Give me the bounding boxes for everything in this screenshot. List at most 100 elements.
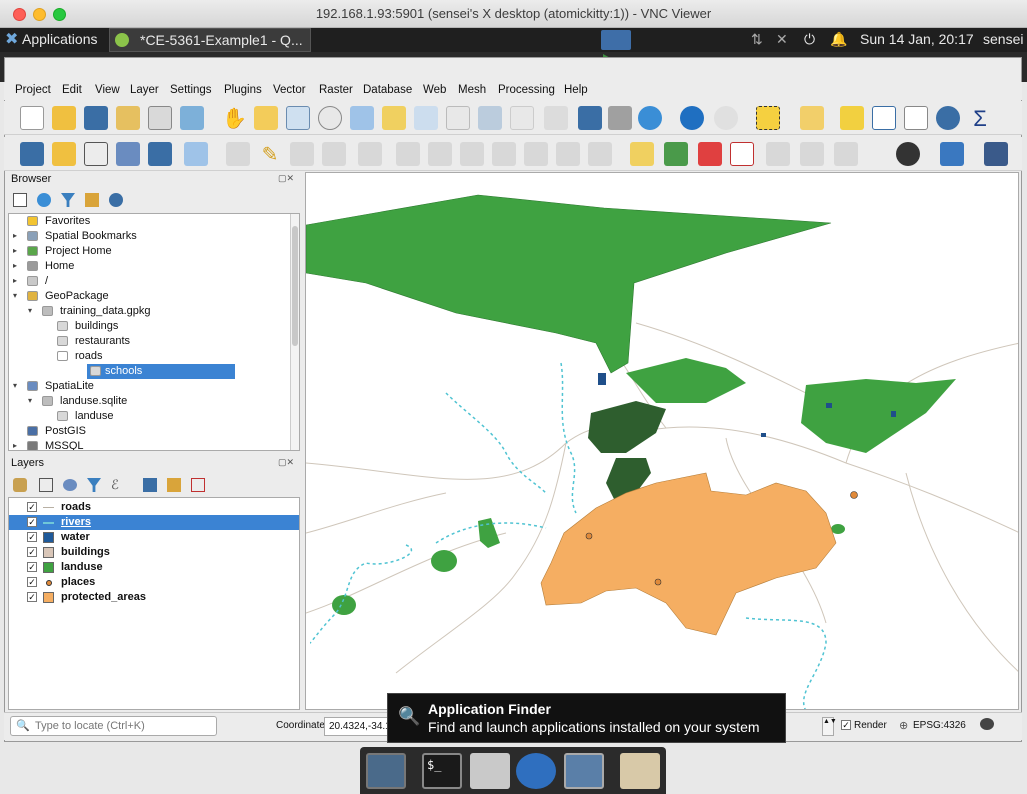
browser-item[interactable]: schools bbox=[87, 364, 235, 379]
applications-menu[interactable]: Applications bbox=[22, 31, 98, 47]
collapsed-arrow-icon[interactable]: ▸ bbox=[13, 441, 17, 450]
refresh-browser-icon[interactable] bbox=[37, 193, 51, 207]
layers-panel-float-close-icon[interactable]: ▢✕ bbox=[278, 457, 300, 467]
pan-map-icon[interactable]: ✋ bbox=[222, 106, 247, 130]
open-attribute-table-icon[interactable] bbox=[872, 106, 896, 130]
help-icon[interactable] bbox=[984, 142, 1008, 166]
modify-attributes-icon[interactable] bbox=[396, 142, 420, 166]
render-checkbox[interactable]: ✓ bbox=[841, 720, 851, 730]
menu-project[interactable]: Project bbox=[15, 84, 51, 96]
xfce-logo-icon[interactable]: ✖ bbox=[5, 29, 18, 49]
statistical-summary-icon[interactable] bbox=[904, 106, 928, 130]
new-shapefile-layer-icon[interactable] bbox=[84, 142, 108, 166]
browser-item[interactable]: Favorites bbox=[9, 214, 299, 229]
collapsed-arrow-icon[interactable]: ▸ bbox=[13, 261, 17, 270]
expanded-arrow-icon[interactable]: ▾ bbox=[28, 396, 32, 405]
browser-panel-float-close-icon[interactable]: ▢✕ bbox=[278, 173, 300, 183]
layer-row-water[interactable]: ✓ water bbox=[9, 530, 299, 545]
expanded-arrow-icon[interactable]: ▾ bbox=[13, 381, 17, 390]
zoom-native-icon[interactable] bbox=[446, 106, 470, 130]
menu-raster[interactable]: Raster bbox=[319, 84, 353, 96]
collapsed-arrow-icon[interactable]: ▸ bbox=[13, 231, 17, 240]
browser-item[interactable]: ▸ / bbox=[9, 274, 299, 289]
zoom-to-selection-icon[interactable] bbox=[382, 106, 406, 130]
browser-scrollbar[interactable] bbox=[290, 214, 299, 450]
menu-web[interactable]: Web bbox=[423, 84, 446, 96]
collapse-all-icon[interactable] bbox=[85, 193, 99, 207]
menu-vector[interactable]: Vector bbox=[273, 84, 306, 96]
save-project-icon[interactable] bbox=[84, 106, 108, 130]
menu-help[interactable]: Help bbox=[564, 84, 588, 96]
layer-labeling-icon[interactable] bbox=[630, 142, 654, 166]
menu-plugins[interactable]: Plugins bbox=[224, 84, 262, 96]
add-feature-icon[interactable] bbox=[322, 142, 346, 166]
copy-features-icon[interactable] bbox=[492, 142, 516, 166]
layer-visibility-checkbox[interactable]: ✓ bbox=[27, 502, 37, 512]
menu-database[interactable]: Database bbox=[363, 84, 412, 96]
new-virtual-layer-icon[interactable] bbox=[148, 142, 172, 166]
zoom-out-icon[interactable] bbox=[318, 106, 342, 130]
select-features-icon[interactable] bbox=[756, 106, 780, 130]
layer-diagram-icon[interactable] bbox=[664, 142, 688, 166]
new-bookmark-icon[interactable] bbox=[578, 106, 602, 130]
browser-item[interactable]: roads bbox=[9, 349, 299, 364]
expanded-arrow-icon[interactable]: ▾ bbox=[28, 306, 32, 315]
home-folder-icon[interactable] bbox=[470, 753, 510, 789]
zoom-in-icon[interactable] bbox=[286, 106, 310, 130]
new-geopackage-layer-icon[interactable] bbox=[52, 142, 76, 166]
digitize-layer-icon[interactable] bbox=[184, 142, 208, 166]
browser-item[interactable]: PostGIS bbox=[9, 424, 299, 439]
pin-labels-icon[interactable] bbox=[698, 142, 722, 166]
show-desktop-icon[interactable] bbox=[366, 753, 406, 789]
menu-processing[interactable]: Processing bbox=[498, 84, 555, 96]
layer-row-rivers[interactable]: ✓ rivers bbox=[9, 515, 299, 530]
new-spatialite-layer-icon[interactable] bbox=[116, 142, 140, 166]
refresh-icon[interactable] bbox=[638, 106, 662, 130]
volume-muted-icon[interactable]: ✕ bbox=[776, 31, 788, 48]
menu-layer[interactable]: Layer bbox=[130, 84, 159, 96]
new-print-layout-icon[interactable] bbox=[116, 106, 140, 130]
map-canvas[interactable] bbox=[305, 172, 1019, 710]
crs-button[interactable]: EPSG:4326 bbox=[913, 720, 966, 731]
taskbar-qgis-window[interactable]: *CE-5361-Example1 - Q... bbox=[109, 28, 311, 52]
expanded-arrow-icon[interactable]: ▾ bbox=[13, 291, 17, 300]
layer-row-places[interactable]: ✓ places bbox=[9, 575, 299, 590]
messages-icon[interactable] bbox=[980, 718, 994, 730]
browser-item[interactable]: restaurants bbox=[9, 334, 299, 349]
browser-item[interactable]: ▸ Project Home bbox=[9, 244, 299, 259]
layer-row-landuse[interactable]: ✓ landuse bbox=[9, 560, 299, 575]
menu-mesh[interactable]: Mesh bbox=[458, 84, 486, 96]
show-bookmarks-icon[interactable] bbox=[608, 106, 632, 130]
layer-visibility-checkbox[interactable]: ✓ bbox=[27, 517, 37, 527]
browser-item[interactable]: ▸ MSSQL bbox=[9, 439, 299, 450]
browser-scrollbar-thumb[interactable] bbox=[292, 226, 298, 346]
remove-layer-icon[interactable] bbox=[191, 478, 205, 492]
menu-view[interactable]: View bbox=[95, 84, 120, 96]
locator-bar[interactable]: 🔍 Type to locate (Ctrl+K) bbox=[10, 716, 217, 736]
properties-info-icon[interactable] bbox=[109, 193, 123, 207]
filter-browser-icon[interactable] bbox=[61, 193, 75, 207]
file-manager-icon[interactable] bbox=[620, 753, 660, 789]
identify-features-icon[interactable] bbox=[680, 106, 704, 130]
new-project-icon[interactable] bbox=[20, 106, 44, 130]
workspace-qgis-icon[interactable] bbox=[601, 30, 631, 50]
python-console-icon[interactable] bbox=[940, 142, 964, 166]
vertex-tool-icon[interactable] bbox=[358, 142, 382, 166]
zoom-last-icon[interactable] bbox=[478, 106, 502, 130]
browser-item[interactable]: landuse bbox=[9, 409, 299, 424]
zoom-full-icon[interactable] bbox=[350, 106, 374, 130]
clock[interactable]: Sun 14 Jan, 20:17 bbox=[860, 31, 974, 47]
layer-visibility-checkbox[interactable]: ✓ bbox=[27, 562, 37, 572]
paste-features-icon[interactable] bbox=[524, 142, 548, 166]
notifications-bell-icon[interactable]: 🔔 bbox=[830, 31, 847, 48]
user-menu[interactable]: sensei bbox=[983, 31, 1023, 47]
browser-item[interactable]: ▾ SpatiaLite bbox=[9, 379, 299, 394]
move-label-icon[interactable] bbox=[800, 142, 824, 166]
add-selected-layers-icon[interactable] bbox=[13, 193, 27, 207]
layer-row-buildings[interactable]: ✓ buildings bbox=[9, 545, 299, 560]
browser-item[interactable]: ▸ Home bbox=[9, 259, 299, 274]
coordinate-field[interactable]: 20.4324,-34.1 bbox=[324, 717, 392, 736]
deselect-all-icon[interactable] bbox=[840, 106, 864, 130]
data-source-manager-icon[interactable] bbox=[20, 142, 44, 166]
open-project-icon[interactable] bbox=[52, 106, 76, 130]
